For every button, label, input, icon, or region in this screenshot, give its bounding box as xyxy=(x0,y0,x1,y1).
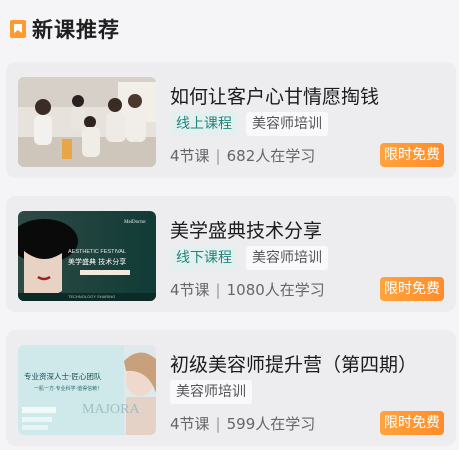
course-card-3[interactable]: 专业资深人士·匠心团队 一肌一方·专业科学·值得信赖！ MAJORA 初级美容师… xyxy=(6,330,456,446)
course-meta: 4节课 | 599人在学习 xyxy=(170,415,316,433)
thumb-line3: TECHNOLOGY SHARING xyxy=(68,294,115,299)
course-card-2[interactable]: MeiDoctor AESTHETIC FESTIVAL 美学盛典 技术分享 T… xyxy=(6,196,456,312)
thumb-line1: 专业资深人士·匠心团队 xyxy=(24,371,102,381)
course-tags: 线上课程 美容师培训 xyxy=(170,112,336,136)
course-thumbnail[interactable] xyxy=(18,77,156,167)
thumb-brand: MeiDoctor xyxy=(124,220,146,225)
free-button[interactable]: 限时免费 xyxy=(380,411,444,435)
course-title: 初级美容师提升营（第四期） xyxy=(170,354,418,376)
free-button[interactable]: 限时免费 xyxy=(380,277,444,301)
lesson-count: 4节课 xyxy=(170,415,210,433)
learner-count: 599人在学习 xyxy=(226,415,316,433)
learner-count: 1080人在学习 xyxy=(226,281,325,299)
lesson-count: 4节课 xyxy=(170,147,210,165)
course-tags: 美容师培训 xyxy=(170,380,260,404)
bookmark-icon xyxy=(10,20,26,38)
course-meta: 4节课 | 682人在学习 xyxy=(170,147,316,165)
thumb-line1: AESTHETIC FESTIVAL xyxy=(68,249,126,255)
course-title: 美学盛典技术分享 xyxy=(170,220,323,242)
course-thumbnail[interactable]: MeiDoctor AESTHETIC FESTIVAL 美学盛典 技术分享 T… xyxy=(18,211,156,301)
section-header: 新课推荐 xyxy=(10,14,120,44)
course-meta: 4节课 | 1080人在学习 xyxy=(170,281,325,299)
course-card-1[interactable]: 如何让客户心甘情愿掏钱 线上课程 美容师培训 4节课 | 682人在学习 限时免费 xyxy=(6,62,456,178)
learner-count: 682人在学习 xyxy=(226,147,316,165)
section-title: 新课推荐 xyxy=(32,18,120,42)
tag-category: 美容师培训 xyxy=(246,246,328,270)
free-button[interactable]: 限时免费 xyxy=(380,143,444,167)
thumb-line2: 一肌一方·专业科学·值得信赖！ xyxy=(34,385,102,392)
tag-category: 美容师培训 xyxy=(246,112,328,136)
course-tags: 线下课程 美容师培训 xyxy=(170,246,336,270)
tag-online: 线上课程 xyxy=(170,112,238,136)
course-title: 如何让客户心甘情愿掏钱 xyxy=(170,86,380,108)
lesson-count: 4节课 xyxy=(170,281,210,299)
tag-offline: 线下课程 xyxy=(170,246,238,270)
tag-category: 美容师培训 xyxy=(170,380,252,404)
thumb-brand: MAJORA xyxy=(82,402,140,417)
thumb-line2: 美学盛典 技术分享 xyxy=(68,257,126,266)
course-thumbnail[interactable]: 专业资深人士·匠心团队 一肌一方·专业科学·值得信赖！ MAJORA xyxy=(18,345,156,435)
